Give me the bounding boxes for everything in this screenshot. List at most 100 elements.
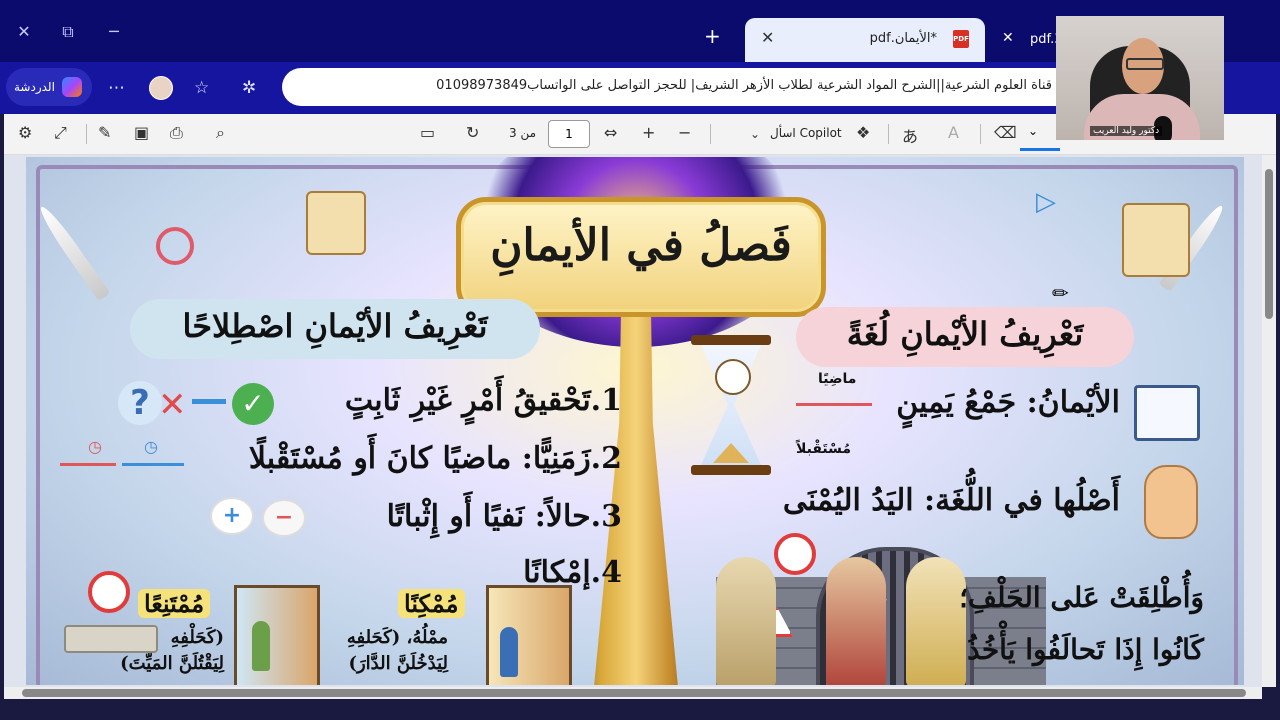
left-item-1: 1.تَحْقيقُ أَمْرٍ غَيْرِ ثَابِتٍ [344, 383, 622, 418]
chevron-down-icon[interactable]: ⌄ [750, 127, 760, 141]
print-icon[interactable]: ⎙ [170, 123, 183, 143]
pdf-icon: PDF [953, 30, 969, 48]
question-icon: ? [118, 381, 162, 425]
restore-icon[interactable]: ⧉ [58, 22, 78, 42]
tab-close-icon[interactable]: ✕ [761, 28, 774, 47]
door-icon [486, 585, 572, 685]
expand-icon[interactable]: ⤢ [54, 123, 67, 143]
bed-icon [64, 625, 158, 653]
save-icon[interactable]: ▣ [134, 123, 149, 142]
separator [888, 124, 889, 144]
person-illustration [826, 557, 886, 685]
close-icon[interactable]: ✕ [14, 22, 34, 41]
page-number-input[interactable]: 1 [548, 120, 590, 148]
vertical-scrollbar[interactable] [1262, 155, 1276, 687]
star-icon[interactable]: ☆ [194, 78, 209, 98]
presenter-name: دكتور وليد العريب [1090, 126, 1163, 136]
left-heading: تَعْرِيفُ الأيْمانِ اصْطِلاحًا [182, 307, 488, 345]
separator [710, 124, 711, 144]
right-heading-pill: تَعْرِيفُ الأيْمانِ لُغَةً [796, 307, 1134, 367]
no-sign-icon [774, 533, 816, 575]
copilot-icon [62, 77, 82, 97]
zoom-out-icon[interactable]: − [678, 123, 691, 142]
hand-icon [1144, 465, 1198, 539]
url-field[interactable]: قناة العلوم الشرعية||الشرح المواد الشرعي… [282, 68, 1182, 106]
book-icon [1134, 385, 1200, 441]
pdf-viewer: فَصلُ في الأيمانِ ✏ ▷ تَعْرِيفُ الأيْمان… [4, 155, 1262, 687]
url-text: قناة العلوم الشرعية||الشرح المواد الشرعي… [436, 78, 1052, 93]
highlight-dropdown[interactable]: ⌄ [1020, 118, 1060, 151]
arrow-right-icon [796, 403, 872, 406]
more-icon[interactable]: ⋯ [108, 78, 125, 98]
avatar[interactable] [149, 76, 173, 100]
check-icon: ✓ [232, 383, 274, 425]
circle-icon [156, 227, 194, 265]
zoom-in-icon[interactable]: + [642, 123, 655, 142]
settings-icon[interactable]: ⚙ [18, 123, 32, 142]
mumkin-example-2: لِيَدْخُلَنَّ الدَّارَ) [348, 653, 448, 674]
fit-width-icon[interactable]: ⇔ [604, 123, 617, 142]
page-title: فَصلُ في الأيمانِ [490, 220, 792, 271]
right-line-1: الأيْمانُ: جَمْعُ يَمِينٍ [896, 385, 1120, 420]
tab-title: *الأيمان.pdf [869, 31, 937, 46]
minus-icon: − [262, 499, 306, 537]
play-icon: ▷ [1036, 187, 1056, 217]
extension-icon[interactable]: ✲ [242, 78, 256, 98]
scroll-icon [306, 191, 366, 255]
clock-icon [715, 359, 751, 395]
horizontal-scrollbar[interactable] [4, 687, 1262, 699]
no-sign-icon [88, 571, 130, 613]
mumtani-example-2: لِيَقْتُلَنَّ المَيِّتَ) [120, 653, 224, 674]
person-icon [252, 621, 270, 671]
translate-icon[interactable]: あ [902, 123, 918, 147]
left-item-2: 2.زَمَنِيًّا: ماضيًا كانَ أَو مُسْتَقْبل… [248, 441, 622, 476]
right-line-2: أَصْلُها في اللُّغَة: اليَدُ اليُمْنَى [782, 483, 1120, 518]
mumkin-example-1: ممْلُهُ، (كَحَلفِهِ [346, 627, 448, 648]
copilot-ask-label[interactable]: اسأل Copilot [770, 126, 842, 140]
chevron-down-icon: ⌄ [1028, 124, 1039, 138]
arrow-right-icon [122, 463, 184, 466]
rotate-icon[interactable]: ↻ [466, 123, 479, 142]
page-view-icon[interactable]: ▭ [420, 123, 435, 142]
arrow-future-label: مُسْتَقْبلاً [796, 441, 852, 457]
arrow-right-icon [192, 399, 226, 404]
mumtani-example-1: (كَحَلْفِهِ [170, 627, 224, 648]
minimize-icon[interactable]: ─ [104, 22, 124, 41]
person-illustration [906, 557, 966, 685]
left-item-3: 3.حالاً: نَفيًا أَو إِثْباتًا [386, 499, 622, 534]
tab-active[interactable]: ✕ *الأيمان.pdf PDF [745, 18, 985, 62]
read-aloud-icon[interactable]: A [948, 123, 959, 142]
page-total: من 3 [509, 126, 537, 140]
right-line-4: كَانُوا إِذَا تَحالَفُوا يَأْخُذُ [967, 633, 1204, 666]
separator [980, 124, 981, 144]
webcam-overlay: دكتور وليد العريب [1056, 16, 1224, 140]
eraser-icon[interactable]: ⌫ [994, 123, 1017, 142]
bottom-edge [0, 700, 1280, 720]
tab-inactive[interactable]: ✕ pdf.3 [990, 18, 1063, 62]
x-icon: ✕ [158, 385, 187, 425]
person-icon [500, 627, 518, 677]
new-tab-button[interactable]: + [704, 24, 721, 48]
plus-icon: + [210, 497, 254, 535]
chat-button[interactable]: الدردشة [6, 68, 92, 106]
right-line-3: وَأُطْلِقَتْ عَلى الحَلْفِ؛ [959, 581, 1204, 614]
search-icon[interactable]: ⌕ [216, 123, 225, 143]
separator [86, 124, 87, 144]
copilot-icon[interactable]: ❖ [856, 123, 870, 142]
pencil-icon: ✏ [1052, 281, 1069, 305]
right-heading: تَعْرِيفُ الأيْمانِ لُغَةً [846, 315, 1084, 353]
scroll-icon [1122, 203, 1190, 277]
clock-icon: ◷ [88, 437, 102, 456]
chat-label: الدردشة [14, 80, 55, 94]
door-icon [234, 585, 320, 685]
clock-icon: ◷ [144, 437, 158, 456]
arrow-past-label: ماضِيًا [818, 371, 857, 387]
person-illustration [716, 557, 776, 685]
edit-icon[interactable]: ✎ [98, 123, 111, 142]
arrow-left-icon [60, 463, 116, 466]
left-heading-pill: تَعْرِيفُ الأيْمانِ اصْطِلاحًا [130, 299, 540, 359]
mumtani-label: مُمْتَنِعًا [138, 589, 211, 618]
mumkin-label: مُمْكِنًا [398, 589, 465, 618]
pdf-page: فَصلُ في الأيمانِ ✏ ▷ تَعْرِيفُ الأيْمان… [26, 157, 1244, 685]
tab-close-icon[interactable]: ✕ [1002, 30, 1014, 46]
